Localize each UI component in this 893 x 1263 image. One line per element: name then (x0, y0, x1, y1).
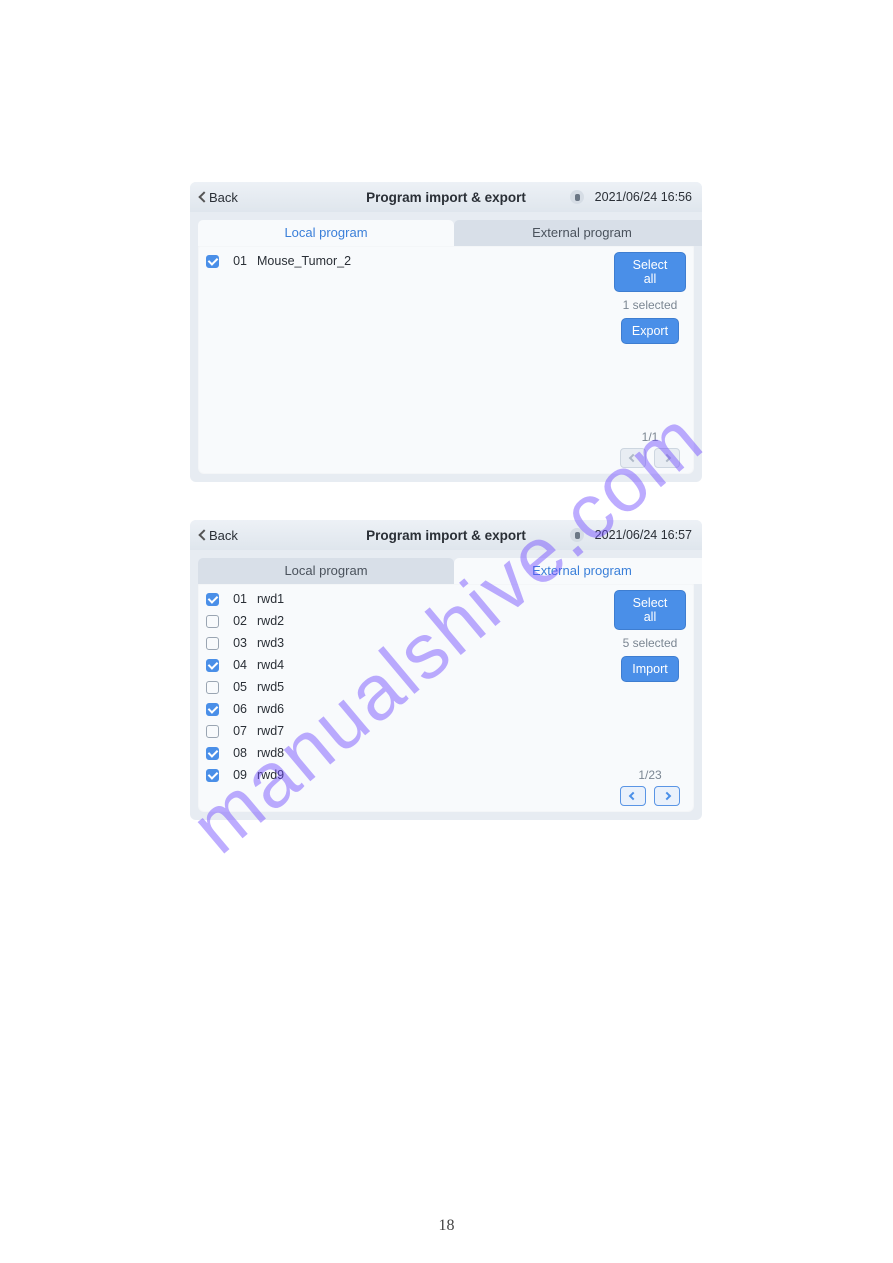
item-name: rwd9 (257, 768, 284, 782)
panel-body: Local program External program 01 rwd1 02 r… (190, 550, 702, 820)
list-item[interactable]: 08 rwd8 (200, 742, 604, 764)
chevron-left-icon (629, 454, 637, 462)
item-name: rwd8 (257, 746, 284, 760)
item-name: rwd4 (257, 658, 284, 672)
back-button[interactable]: Back (200, 528, 238, 543)
select-all-button[interactable]: Select all (614, 252, 686, 292)
prev-page-button[interactable] (620, 448, 646, 468)
list-item[interactable]: 05 rwd5 (200, 676, 604, 698)
usb-icon (570, 190, 584, 204)
list-item[interactable]: 03 rwd3 (200, 632, 604, 654)
chevron-right-icon (663, 454, 671, 462)
item-name: Mouse_Tumor_2 (257, 254, 351, 268)
item-number: 04 (229, 658, 247, 672)
checkbox[interactable] (206, 637, 219, 650)
list-item[interactable]: 01 Mouse_Tumor_2 (200, 250, 604, 272)
chevron-left-icon (198, 529, 209, 540)
header: Back Program import & export 2021/06/24 … (190, 520, 702, 550)
list-item[interactable]: 02 rwd2 (200, 610, 604, 632)
datetime: 2021/06/24 16:57 (595, 528, 692, 542)
item-number: 01 (229, 592, 247, 606)
page-title: Program import & export (366, 190, 526, 205)
item-name: rwd6 (257, 702, 284, 716)
item-name: rwd2 (257, 614, 284, 628)
program-list: 01 Mouse_Tumor_2 (200, 250, 604, 470)
import-button[interactable]: Import (621, 656, 679, 682)
program-list: 01 rwd1 02 rwd2 03 rwd3 04 rwd4 05 rwd5 06 rwd6 07 rw… (200, 588, 604, 808)
item-number: 03 (229, 636, 247, 650)
select-all-button[interactable]: Select all (614, 590, 686, 630)
tab-local[interactable]: Local program (198, 220, 454, 246)
back-label: Back (209, 190, 238, 205)
checkbox[interactable] (206, 747, 219, 760)
item-name: rwd7 (257, 724, 284, 738)
back-label: Back (209, 528, 238, 543)
pager: 1/1 (614, 430, 686, 468)
item-name: rwd5 (257, 680, 284, 694)
tabs: Local program External program (198, 220, 702, 246)
datetime: 2021/06/24 16:56 (595, 190, 692, 204)
item-number: 07 (229, 724, 247, 738)
checkbox[interactable] (206, 703, 219, 716)
pager: 1/23 (614, 768, 686, 806)
checkbox[interactable] (206, 769, 219, 782)
page-indicator: 1/1 (614, 430, 686, 444)
tab-external[interactable]: External program (454, 220, 702, 246)
checkbox[interactable] (206, 615, 219, 628)
checkbox[interactable] (206, 681, 219, 694)
next-page-button[interactable] (654, 448, 680, 468)
selected-count: 1 selected (623, 298, 678, 312)
pager-buttons (614, 448, 686, 468)
item-number: 08 (229, 746, 247, 760)
page-title: Program import & export (366, 528, 526, 543)
content-box: 01 rwd1 02 rwd2 03 rwd3 04 rwd4 05 rwd5 06 rwd6 07 rw… (198, 584, 694, 812)
list-item[interactable]: 01 rwd1 (200, 588, 604, 610)
tabs: Local program External program (198, 558, 702, 584)
export-button[interactable]: Export (621, 318, 679, 344)
panel-import: Back Program import & export 2021/06/24 … (190, 520, 702, 820)
page-indicator: 1/23 (614, 768, 686, 782)
side-actions: Select all 5 selected Import (614, 590, 686, 682)
tab-local[interactable]: Local program (198, 558, 454, 584)
checkbox[interactable] (206, 659, 219, 672)
checkbox[interactable] (206, 255, 219, 268)
usb-icon (570, 528, 584, 542)
page-number: 18 (439, 1217, 455, 1235)
item-number: 01 (229, 254, 247, 268)
item-number: 05 (229, 680, 247, 694)
next-page-button[interactable] (654, 786, 680, 806)
content-box: 01 Mouse_Tumor_2 Select all 1 selected Ex… (198, 246, 694, 474)
item-name: rwd3 (257, 636, 284, 650)
item-number: 06 (229, 702, 247, 716)
side-actions: Select all 1 selected Export (614, 252, 686, 344)
back-button[interactable]: Back (200, 190, 238, 205)
list-item[interactable]: 04 rwd4 (200, 654, 604, 676)
chevron-left-icon (629, 792, 637, 800)
pager-buttons (614, 786, 686, 806)
panel-body: Local program External program 01 Mouse_T… (190, 212, 702, 482)
list-item[interactable]: 09 rwd9 (200, 764, 604, 786)
item-name: rwd1 (257, 592, 284, 606)
chevron-left-icon (198, 191, 209, 202)
selected-count: 5 selected (623, 636, 678, 650)
item-number: 09 (229, 768, 247, 782)
list-item[interactable]: 07 rwd7 (200, 720, 604, 742)
item-number: 02 (229, 614, 247, 628)
panel-export: Back Program import & export 2021/06/24 … (190, 182, 702, 482)
header: Back Program import & export 2021/06/24 … (190, 182, 702, 212)
list-item[interactable]: 06 rwd6 (200, 698, 604, 720)
checkbox[interactable] (206, 725, 219, 738)
chevron-right-icon (663, 792, 671, 800)
checkbox[interactable] (206, 593, 219, 606)
tab-external[interactable]: External program (454, 558, 702, 584)
prev-page-button[interactable] (620, 786, 646, 806)
